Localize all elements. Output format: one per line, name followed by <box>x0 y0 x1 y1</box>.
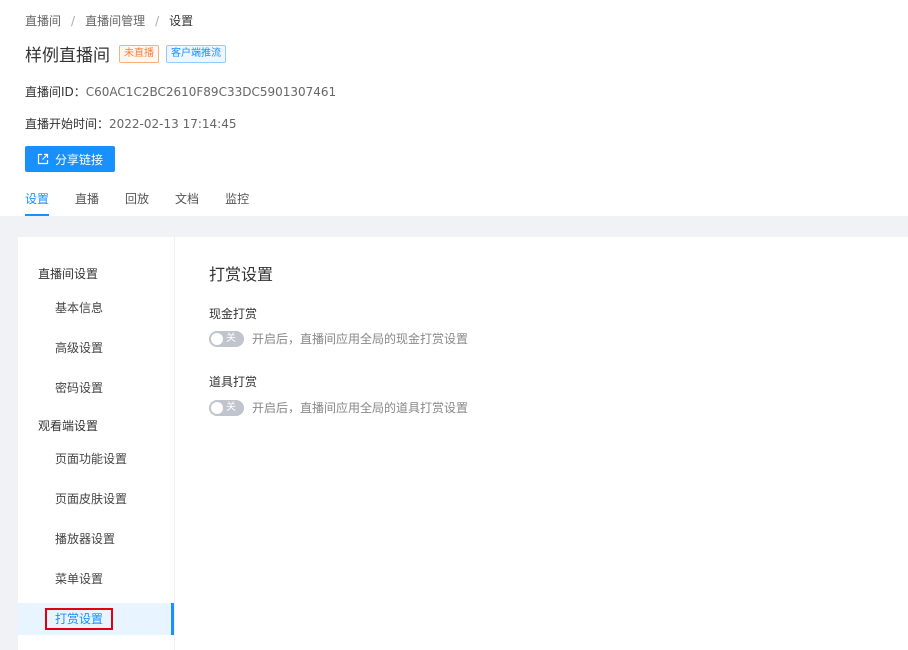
cash-reward-row: 关 开启后，直播间应用全局的现金打赏设置 <box>209 330 468 347</box>
nav-item-page-skin[interactable]: 页面皮肤设置 <box>18 483 174 515</box>
start-time-label: 直播开始时间： <box>25 117 110 131</box>
prop-reward-hint: 开启后，直播间应用全局的道具打赏设置 <box>252 401 469 415</box>
nav-item-player-settings[interactable]: 播放器设置 <box>18 523 174 555</box>
start-time-line: 直播开始时间：2022-02-13 17:14:45 <box>25 115 236 132</box>
nav-group-viewer-settings: 观看端设置 <box>38 419 99 433</box>
tab-documents[interactable]: 文档 <box>175 190 199 216</box>
room-id-line: 直播间ID：C60AC1C2BC2610F89C33DC5901307461 <box>25 83 336 100</box>
nav-item-label: 页面功能设置 <box>55 452 128 466</box>
nav-item-page-function[interactable]: 页面功能设置 <box>18 443 174 475</box>
tab-settings[interactable]: 设置 <box>25 190 50 216</box>
nav-item-label: 页面皮肤设置 <box>55 492 128 506</box>
nav-item-label: 基本信息 <box>55 301 104 315</box>
status-badge: 未直播 <box>119 44 159 63</box>
prop-reward-row: 关 开启后，直播间应用全局的道具打赏设置 <box>209 399 468 416</box>
tab-replay[interactable]: 回放 <box>125 190 149 216</box>
nav-item-basic-info[interactable]: 基本信息 <box>18 292 174 324</box>
breadcrumb-item-live-room[interactable]: 直播间 <box>25 12 61 29</box>
content-title: 打赏设置 <box>209 265 274 284</box>
room-id-label: 直播间ID： <box>25 85 86 99</box>
nav-item-advanced-settings[interactable]: 高级设置 <box>18 332 174 364</box>
cash-reward-hint: 开启后，直播间应用全局的现金打赏设置 <box>252 332 469 346</box>
nav-item-label: 播放器设置 <box>55 532 116 546</box>
tab-monitor[interactable]: 监控 <box>225 190 249 216</box>
push-mode-badge: 客户端推流 <box>166 44 226 63</box>
cash-reward-toggle[interactable]: 关 <box>209 330 244 347</box>
share-link-label: 分享链接 <box>54 152 103 167</box>
breadcrumb: 直播间 / 直播间管理 / 设置 <box>25 12 193 29</box>
nav-item-reward-settings[interactable]: 打赏设置 <box>18 603 174 635</box>
nav-group-room-settings: 直播间设置 <box>38 267 99 281</box>
toggle-off-label: 关 <box>226 332 236 344</box>
tab-bar: 设置 直播 回放 文档 监控 <box>25 190 275 216</box>
title-row: 样例直播间 未直播 客户端推流 <box>25 41 233 66</box>
prop-reward-label: 道具打赏 <box>209 375 258 389</box>
nav-item-label: 菜单设置 <box>55 572 104 586</box>
cash-reward-label: 现金打赏 <box>209 307 258 321</box>
toggle-knob <box>211 332 223 345</box>
settings-panel: 直播间设置 基本信息 高级设置 密码设置 观看端设置 页面功能设置 页面皮肤设置… <box>18 237 908 650</box>
start-time-value: 2022-02-13 17:14:45 <box>109 117 237 131</box>
nav-item-label: 打赏设置 <box>44 608 114 630</box>
settings-side-nav: 直播间设置 基本信息 高级设置 密码设置 观看端设置 页面功能设置 页面皮肤设置… <box>18 237 175 650</box>
toggle-off-label: 关 <box>226 401 236 413</box>
breadcrumb-separator: / <box>71 13 76 28</box>
nav-item-password-settings[interactable]: 密码设置 <box>18 372 174 404</box>
share-link-button[interactable]: 分享链接 <box>25 146 115 172</box>
room-id-value: C60AC1C2BC2610F89C33DC5901307461 <box>85 85 337 99</box>
toggle-knob <box>211 401 223 414</box>
share-icon <box>37 153 49 165</box>
breadcrumb-item-settings: 设置 <box>169 14 194 28</box>
nav-item-menu-settings[interactable]: 菜单设置 <box>18 563 174 595</box>
nav-item-label: 密码设置 <box>55 381 104 395</box>
breadcrumb-separator: / <box>155 13 160 28</box>
tab-live[interactable]: 直播 <box>75 190 99 216</box>
page-title: 样例直播间 <box>25 46 110 66</box>
nav-item-label: 高级设置 <box>55 341 104 355</box>
prop-reward-toggle[interactable]: 关 <box>209 399 244 416</box>
breadcrumb-item-room-management[interactable]: 直播间管理 <box>85 12 145 29</box>
